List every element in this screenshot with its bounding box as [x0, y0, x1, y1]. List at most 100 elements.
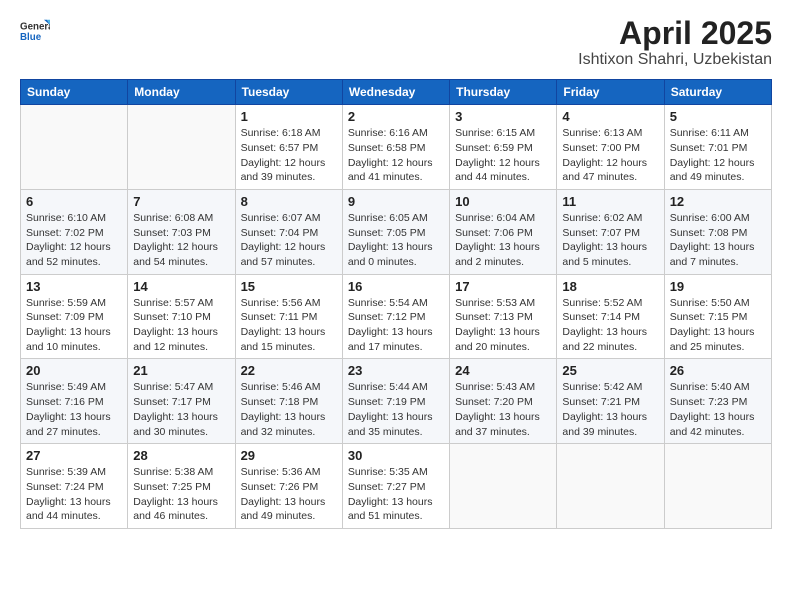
day-cell: 30 Sunrise: 5:35 AM Sunset: 7:27 PM Dayli… [342, 444, 449, 529]
day-number: 24 [455, 363, 551, 378]
day-info: Sunrise: 6:16 AM Sunset: 6:58 PM Dayligh… [348, 126, 444, 185]
day-number: 30 [348, 448, 444, 463]
day-number: 1 [241, 109, 337, 124]
day-info: Sunrise: 5:54 AM Sunset: 7:12 PM Dayligh… [348, 296, 444, 355]
day-cell: 7Sunrise: 6:08 AM Sunset: 7:03 PM Daylig… [128, 189, 235, 274]
day-cell: 15Sunrise: 5:56 AM Sunset: 7:11 PM Dayli… [235, 274, 342, 359]
day-info: Sunrise: 6:13 AM Sunset: 7:00 PM Dayligh… [562, 126, 658, 185]
day-info: Sunrise: 5:39 AM Sunset: 7:24 PM Dayligh… [26, 465, 122, 524]
day-cell: 24 Sunrise: 5:43 AM Sunset: 7:20 PM Dayli… [450, 359, 557, 444]
day-info: Sunrise: 6:02 AM Sunset: 7:07 PM Dayligh… [562, 211, 658, 270]
day-info: Sunrise: 5:43 AM Sunset: 7:20 PM Dayligh… [455, 380, 551, 439]
day-number: 25 [562, 363, 658, 378]
th-friday: Friday [557, 80, 664, 105]
day-number: 13 [26, 279, 122, 294]
day-cell: 5Sunrise: 6:11 AM Sunset: 7:01 PM Daylig… [664, 105, 771, 190]
day-cell [450, 444, 557, 529]
day-cell: 22 Sunrise: 5:46 AM Sunset: 7:18 PM Dayli… [235, 359, 342, 444]
day-number: 9 [348, 194, 444, 209]
day-number: 6 [26, 194, 122, 209]
day-info: Sunrise: 5:46 AM Sunset: 7:18 PM Dayligh… [241, 380, 337, 439]
day-info: Sunrise: 5:47 AM Sunset: 7:17 PM Dayligh… [133, 380, 229, 439]
day-number: 29 [241, 448, 337, 463]
day-number: 26 [670, 363, 766, 378]
week-row-2: 6 Sunrise: 6:10 AM Sunset: 7:02 PM Daylig… [21, 189, 772, 274]
day-cell: 18 Sunrise: 5:52 AM Sunset: 7:14 PM Dayli… [557, 274, 664, 359]
logo: General Blue [20, 16, 52, 46]
week-row-3: 13 Sunrise: 5:59 AM Sunset: 7:09 PM Dayli… [21, 274, 772, 359]
day-cell: 21 Sunrise: 5:47 AM Sunset: 7:17 PM Dayli… [128, 359, 235, 444]
day-number: 11 [562, 194, 658, 209]
day-cell: 12 Sunrise: 6:00 AM Sunset: 7:08 PM Dayli… [664, 189, 771, 274]
th-sunday: Sunday [21, 80, 128, 105]
day-number: 22 [241, 363, 337, 378]
calendar-table: Sunday Monday Tuesday Wednesday Thursday… [20, 79, 772, 529]
title-block: April 2025 Ishtixon Shahri, Uzbekistan [578, 16, 772, 69]
weekday-header-row: Sunday Monday Tuesday Wednesday Thursday… [21, 80, 772, 105]
day-info: Sunrise: 5:44 AM Sunset: 7:19 PM Dayligh… [348, 380, 444, 439]
day-number: 21 [133, 363, 229, 378]
day-info: Sunrise: 5:50 AM Sunset: 7:15 PM Dayligh… [670, 296, 766, 355]
day-info: Sunrise: 5:49 AM Sunset: 7:16 PM Dayligh… [26, 380, 122, 439]
th-thursday: Thursday [450, 80, 557, 105]
week-row-1: 1 Sunrise: 6:18 AM Sunset: 6:57 PM Daylig… [21, 105, 772, 190]
day-info: Sunrise: 5:42 AM Sunset: 7:21 PM Dayligh… [562, 380, 658, 439]
day-cell: 4 Sunrise: 6:13 AM Sunset: 7:00 PM Daylig… [557, 105, 664, 190]
day-cell: 16 Sunrise: 5:54 AM Sunset: 7:12 PM Dayli… [342, 274, 449, 359]
day-number: 2 [348, 109, 444, 124]
day-cell: 25 Sunrise: 5:42 AM Sunset: 7:21 PM Dayli… [557, 359, 664, 444]
day-number: 10 [455, 194, 551, 209]
day-number: 27 [26, 448, 122, 463]
day-cell: 3Sunrise: 6:15 AM Sunset: 6:59 PM Daylig… [450, 105, 557, 190]
logo-icon: General Blue [20, 16, 50, 46]
day-info: Sunrise: 5:36 AM Sunset: 7:26 PM Dayligh… [241, 465, 337, 524]
day-info: Sunrise: 5:56 AM Sunset: 7:11 PM Dayligh… [241, 296, 337, 355]
day-cell: 20Sunrise: 5:49 AM Sunset: 7:16 PM Dayli… [21, 359, 128, 444]
day-info: Sunrise: 6:07 AM Sunset: 7:04 PM Dayligh… [241, 211, 337, 270]
day-number: 18 [562, 279, 658, 294]
th-monday: Monday [128, 80, 235, 105]
day-cell: 2 Sunrise: 6:16 AM Sunset: 6:58 PM Daylig… [342, 105, 449, 190]
day-cell: 8Sunrise: 6:07 AM Sunset: 7:04 PM Daylig… [235, 189, 342, 274]
th-tuesday: Tuesday [235, 80, 342, 105]
day-cell [21, 105, 128, 190]
day-cell: 10 Sunrise: 6:04 AM Sunset: 7:06 PM Dayli… [450, 189, 557, 274]
day-cell: 13 Sunrise: 5:59 AM Sunset: 7:09 PM Dayli… [21, 274, 128, 359]
day-number: 3 [455, 109, 551, 124]
day-info: Sunrise: 6:10 AM Sunset: 7:02 PM Dayligh… [26, 211, 122, 270]
day-cell [128, 105, 235, 190]
day-info: Sunrise: 5:59 AM Sunset: 7:09 PM Dayligh… [26, 296, 122, 355]
day-cell: 26 Sunrise: 5:40 AM Sunset: 7:23 PM Dayli… [664, 359, 771, 444]
day-info: Sunrise: 5:52 AM Sunset: 7:14 PM Dayligh… [562, 296, 658, 355]
th-saturday: Saturday [664, 80, 771, 105]
day-number: 14 [133, 279, 229, 294]
day-info: Sunrise: 5:38 AM Sunset: 7:25 PM Dayligh… [133, 465, 229, 524]
day-cell: 14 Sunrise: 5:57 AM Sunset: 7:10 PM Dayli… [128, 274, 235, 359]
title-month: April 2025 [578, 16, 772, 51]
day-number: 23 [348, 363, 444, 378]
day-cell: 28Sunrise: 5:38 AM Sunset: 7:25 PM Dayli… [128, 444, 235, 529]
day-info: Sunrise: 5:35 AM Sunset: 7:27 PM Dayligh… [348, 465, 444, 524]
day-number: 5 [670, 109, 766, 124]
day-info: Sunrise: 5:57 AM Sunset: 7:10 PM Dayligh… [133, 296, 229, 355]
th-wednesday: Wednesday [342, 80, 449, 105]
title-location: Ishtixon Shahri, Uzbekistan [578, 51, 772, 69]
day-number: 19 [670, 279, 766, 294]
day-cell: 1 Sunrise: 6:18 AM Sunset: 6:57 PM Daylig… [235, 105, 342, 190]
day-cell: 23 Sunrise: 5:44 AM Sunset: 7:19 PM Dayli… [342, 359, 449, 444]
day-info: Sunrise: 6:05 AM Sunset: 7:05 PM Dayligh… [348, 211, 444, 270]
day-info: Sunrise: 6:00 AM Sunset: 7:08 PM Dayligh… [670, 211, 766, 270]
svg-text:General: General [20, 22, 50, 33]
day-number: 12 [670, 194, 766, 209]
day-number: 4 [562, 109, 658, 124]
day-cell: 19 Sunrise: 5:50 AM Sunset: 7:15 PM Dayli… [664, 274, 771, 359]
day-info: Sunrise: 5:40 AM Sunset: 7:23 PM Dayligh… [670, 380, 766, 439]
day-cell: 29 Sunrise: 5:36 AM Sunset: 7:26 PM Dayli… [235, 444, 342, 529]
day-number: 17 [455, 279, 551, 294]
day-info: Sunrise: 6:18 AM Sunset: 6:57 PM Dayligh… [241, 126, 337, 185]
header: General Blue April 2025 Ishtixon Shahri,… [20, 16, 772, 69]
day-cell: 27 Sunrise: 5:39 AM Sunset: 7:24 PM Dayli… [21, 444, 128, 529]
day-info: Sunrise: 6:04 AM Sunset: 7:06 PM Dayligh… [455, 211, 551, 270]
day-number: 16 [348, 279, 444, 294]
week-row-5: 27 Sunrise: 5:39 AM Sunset: 7:24 PM Dayli… [21, 444, 772, 529]
